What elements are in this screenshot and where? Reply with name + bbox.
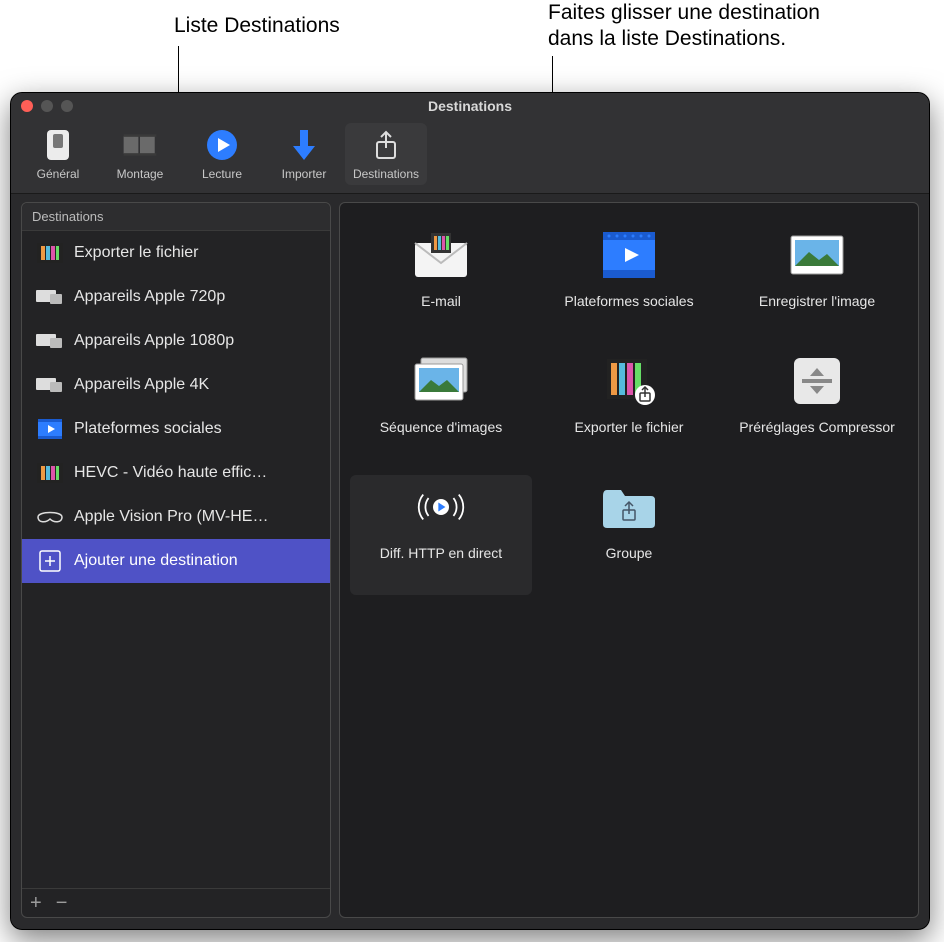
tab-playback[interactable]: Lecture [181,123,263,185]
sidebar-item-label: HEVC - Vidéo haute effic… [74,464,267,482]
sidebar-item-vision-pro[interactable]: Apple Vision Pro (MV-HE… [22,495,330,539]
film-play-icon [36,419,64,439]
tab-import[interactable]: Importer [263,123,345,185]
add-destination-button[interactable]: + [30,893,42,913]
sidebar-item-apple-1080p[interactable]: Appareils Apple 1080p [22,319,330,363]
destination-label: Séquence d'images [380,419,503,435]
arrow-down-icon [286,127,322,163]
destination-label: Préréglages Compressor [739,419,895,435]
destinations-sidebar: Destinations Exporter le fichier Apparei… [21,202,331,918]
tab-general[interactable]: Général [17,123,99,185]
sidebar-item-label: Ajouter une destination [74,552,238,570]
share-up-icon [368,127,404,163]
goggles-icon [36,507,64,527]
callout-line-2: dans la liste Destinations. [548,26,820,52]
sidebar-item-label: Appareils Apple 720p [74,288,225,306]
sidebar-item-label: Exporter le fichier [74,244,199,262]
sidebar-header: Destinations [22,203,330,231]
tab-destinations[interactable]: Destinations [345,123,427,185]
destination-label: Groupe [606,545,653,561]
preferences-toolbar: Général Montage Lecture Importer Destina… [11,119,929,194]
destination-save-image[interactable]: Enregistrer l'image [726,223,908,343]
destination-social[interactable]: Plateformes sociales [538,223,720,343]
folder-share-icon [597,479,661,535]
destination-email[interactable]: E-mail [350,223,532,343]
devices-icon [36,287,64,307]
tab-label: Importer [282,167,327,181]
sidebar-item-label: Appareils Apple 1080p [74,332,234,350]
photo-icon [785,227,849,283]
destination-http-live[interactable]: Diff. HTTP en direct [350,475,532,595]
tab-label: Lecture [202,167,242,181]
sidebar-item-label: Appareils Apple 4K [74,376,209,394]
destination-group[interactable]: Groupe [538,475,720,595]
tab-label: Destinations [353,167,419,181]
film-color-icon [36,463,64,483]
envelope-film-icon [409,227,473,283]
compressor-icon [785,353,849,409]
sidebar-item-apple-720p[interactable]: Appareils Apple 720p [22,275,330,319]
sidebar-item-apple-4k[interactable]: Appareils Apple 4K [22,363,330,407]
destination-compressor[interactable]: Préréglages Compressor [726,349,908,469]
destination-export-file[interactable]: Exporter le fichier [538,349,720,469]
destination-label: Diff. HTTP en direct [380,545,502,561]
preferences-window: Destinations Général Montage Lecture Imp… [10,92,930,930]
filmstrip-icon [122,127,158,163]
sidebar-list: Exporter le fichier Appareils Apple 720p… [22,231,330,888]
destination-label: Enregistrer l'image [759,293,875,309]
devices-icon [36,375,64,395]
sidebar-item-social[interactable]: Plateformes sociales [22,407,330,451]
switch-icon [40,127,76,163]
film-play-large-icon [597,227,661,283]
photo-stack-icon [409,353,473,409]
film-color-icon [36,243,64,263]
remove-destination-button[interactable]: − [56,893,68,913]
destination-image-sequence[interactable]: Séquence d'images [350,349,532,469]
broadcast-icon [409,479,473,535]
play-circle-icon [204,127,240,163]
sidebar-footer: + − [22,888,330,917]
sidebar-item-label: Apple Vision Pro (MV-HE… [74,508,268,526]
destinations-grid: E-mail Plateformes sociales Enregistrer … [339,202,919,918]
sidebar-item-add-destination[interactable]: Ajouter une destination [22,539,330,583]
content-area: Destinations Exporter le fichier Apparei… [11,194,929,926]
callout-line-1: Faites glisser une destination [548,0,820,26]
titlebar: Destinations [11,93,929,119]
window-title: Destinations [11,98,929,114]
tab-label: Montage [117,167,164,181]
destination-label: Plateformes sociales [564,293,693,309]
plus-box-icon [36,551,64,571]
devices-icon [36,331,64,351]
sidebar-item-hevc[interactable]: HEVC - Vidéo haute effic… [22,451,330,495]
destination-label: E-mail [421,293,461,309]
tab-label: Général [37,167,80,181]
sidebar-item-export-file[interactable]: Exporter le fichier [22,231,330,275]
destination-label: Exporter le fichier [575,419,684,435]
film-share-icon [597,353,661,409]
callout-destinations-list: Liste Destinations [174,14,340,38]
tab-editing[interactable]: Montage [99,123,181,185]
sidebar-item-label: Plateformes sociales [74,420,222,438]
callout-drag-destination: Faites glisser une destination dans la l… [548,0,820,53]
